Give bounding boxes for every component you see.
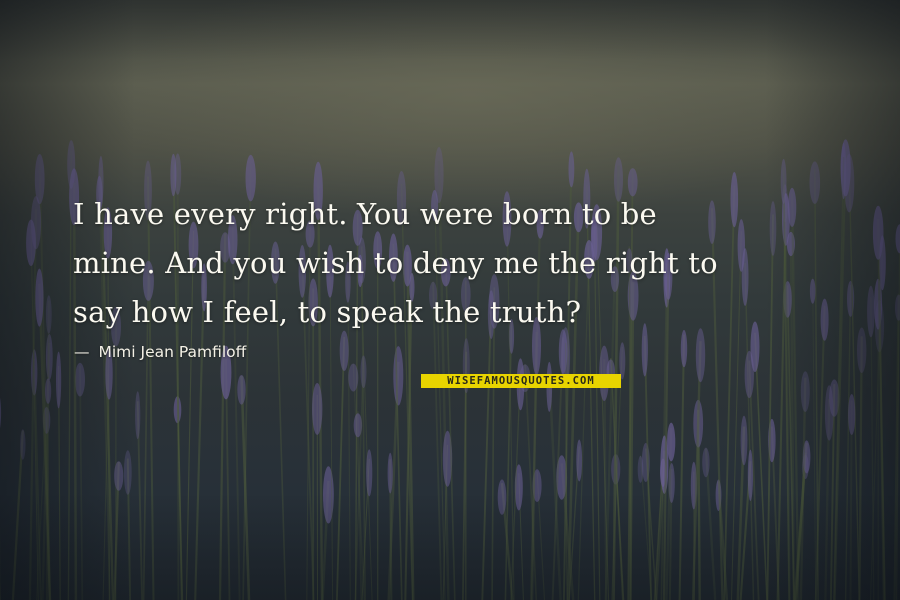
quote-author: — Mimi Jean Pamfiloff	[74, 340, 246, 364]
quote-line-2: mine. And you wish to deny me the right …	[73, 246, 718, 280]
author-dash: —	[74, 343, 90, 361]
watermark-logo: WISEFAMOUSQUOTES.COM	[421, 374, 621, 388]
author-name: Mimi Jean Pamfiloff	[98, 343, 247, 361]
quote-line-3: say how I feel, to speak the truth?	[73, 295, 582, 329]
quote-card: I have every right. You were born to be …	[0, 0, 900, 600]
quote-line-1: I have every right. You were born to be	[73, 197, 657, 231]
